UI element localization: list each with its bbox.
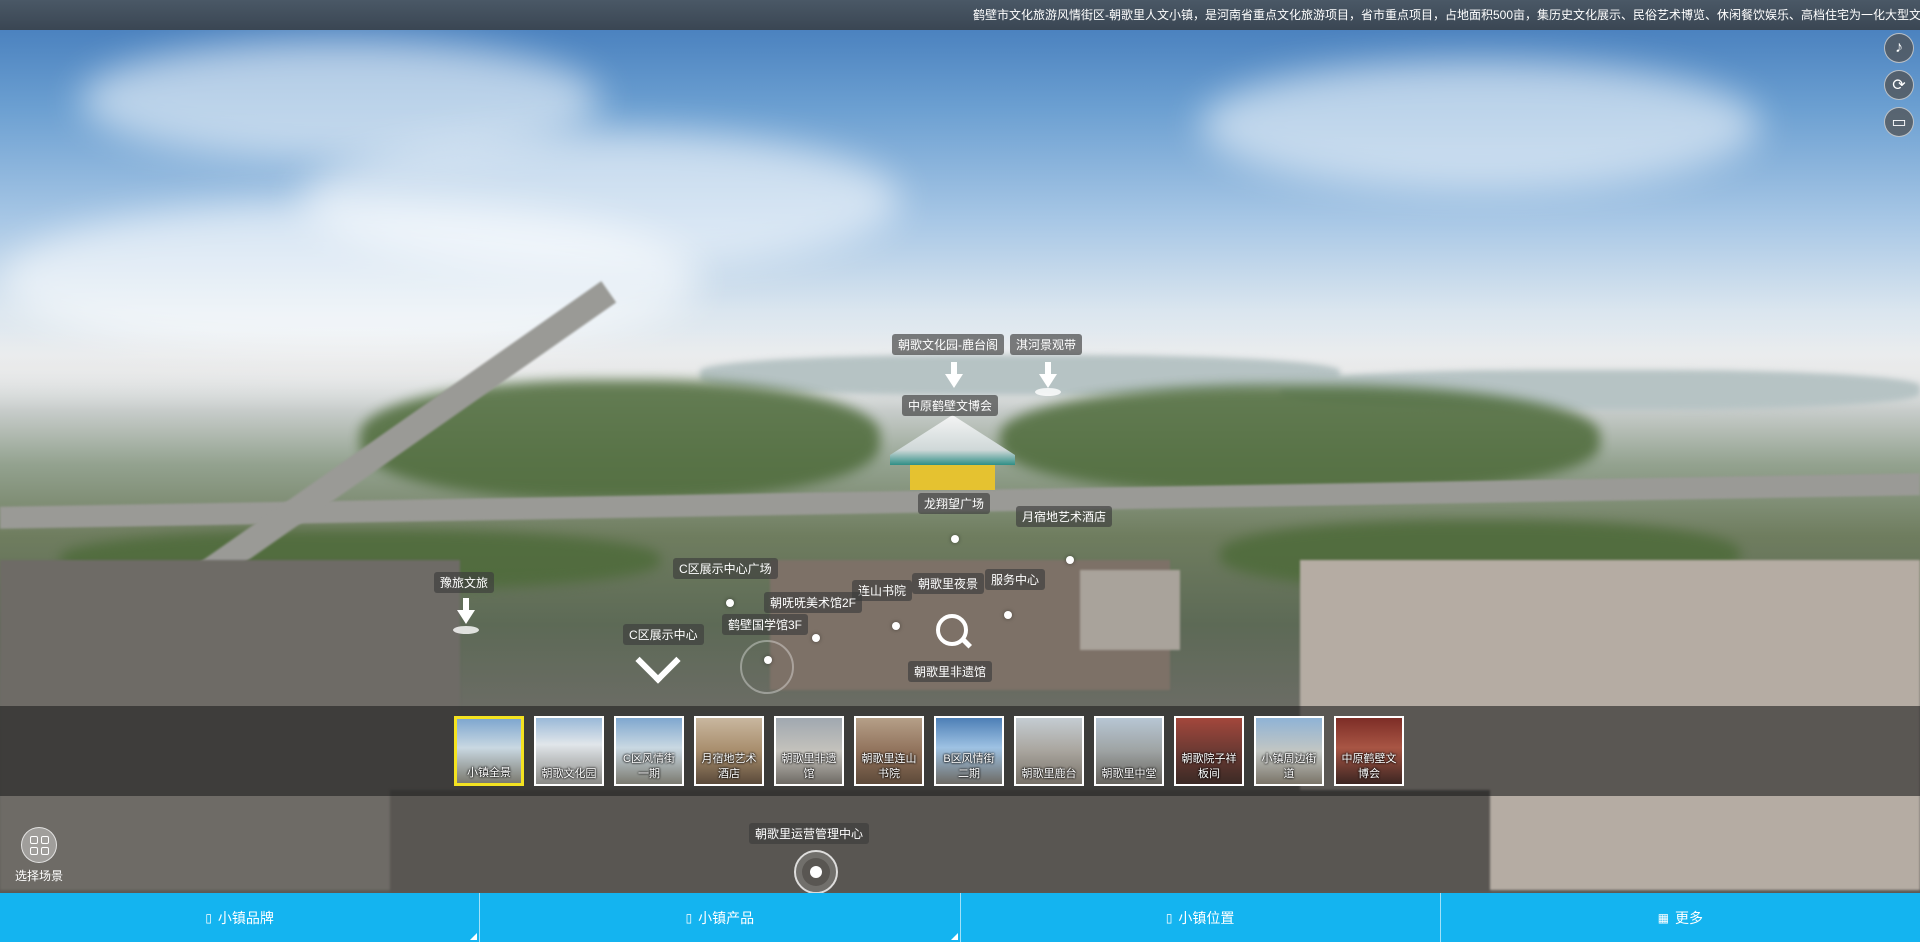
grid-icon: ▦ [1657,910,1670,925]
menu-item-town-products[interactable]: ▯ 小镇产品 [480,893,961,942]
scene-thumb-surrounding-streets[interactable]: 小镇周边街道 [1254,716,1324,786]
plaza [910,465,995,490]
rooftops [390,790,1490,893]
building [1080,570,1180,650]
scene-thumb-c-street-phase1[interactable]: C区风情街一期 [614,716,684,786]
scene-thumb-heritage-museum[interactable]: 朝歌里非遗馆 [774,716,844,786]
news-ticker: 鹤壁市文化旅游风情街区-朝歌里人文小镇，是河南省重点文化旅游项目，省市重点项目，… [0,0,1920,30]
hotspot-qihe-landscape[interactable]: 淇河景观带 [1010,334,1083,355]
menu-label: 小镇位置 [1178,909,1235,926]
scene-thumb-lianshan-academy[interactable]: 朝歌里连山书院 [854,716,924,786]
thumb-label: 朝歌里中堂 [1101,768,1157,780]
menu-item-town-brand[interactable]: ▯ 小镇品牌 [0,893,481,942]
scene-thumb-lutai[interactable]: 朝歌里鹿台 [1014,716,1084,786]
down-arrow-icon[interactable] [1039,374,1057,388]
ticker-text: 鹤壁市文化旅游风情街区-朝歌里人文小镇，是河南省重点文化旅游项目，省市重点项目，… [973,8,1920,22]
hotspot-yuesudi-hotel[interactable]: 月宿地艺术酒店 [1016,506,1113,527]
scene-select-button[interactable]: 选择场景 [12,827,66,884]
corner-indicator [950,933,958,940]
hotspot-target-icon[interactable] [794,850,838,894]
thumb-label: C区风情街一期 [623,753,675,780]
pin-base [1035,388,1061,396]
hotspot-dot[interactable] [892,622,900,630]
hotspot-dot[interactable] [726,599,734,607]
cloud [1200,60,1760,190]
menu-label: 更多 [1675,909,1704,926]
thumb-label: 小镇周边街道 [1261,753,1317,780]
hotspot-intangible-heritage[interactable]: 朝歌里非遗馆 [908,661,993,682]
thumb-label: 中原鹤壁文博会 [1341,753,1397,780]
down-arrow-icon[interactable] [457,610,475,624]
scene-thumb-central-hall[interactable]: 朝歌里中堂 [1094,716,1164,786]
grid-icon [21,827,57,863]
hotspot-c-exhibition-center[interactable]: C区展示中心 [623,624,704,645]
pin-stem [951,362,957,374]
hotspot-dot[interactable] [812,634,820,642]
hotspot-chaoge-park-lutaige[interactable]: 朝歌文化园-鹿台阁 [892,334,1004,355]
hotspot-yuxuan-tourism[interactable]: 豫旅文旅 [434,572,495,593]
thumb-label: 朝歌里连山书院 [861,753,917,780]
menu-label: 小镇产品 [698,909,755,926]
thumb-label: 朝歌里非遗馆 [781,753,837,780]
magnifier-icon[interactable] [936,614,968,646]
hotspot-dot[interactable] [1004,611,1012,619]
pin-stem [463,598,469,610]
pin-stem [1045,362,1051,374]
thumb-label: 朝歌里鹿台 [1021,768,1077,780]
hotspot-c-exhibition-square[interactable]: C区展示中心广场 [673,558,778,579]
document-icon: ▯ [1165,910,1173,925]
scene-thumb-expo[interactable]: 中原鹤壁文博会 [1334,716,1404,786]
hotspot-operations-center[interactable]: 朝歌里运营管理中心 [749,823,870,844]
down-arrow-icon[interactable] [945,374,963,388]
hotspot-zhongyuan-expo[interactable]: 中原鹤壁文博会 [902,395,999,416]
music-icon[interactable]: ♪ [1884,33,1914,63]
hotspot-chaogeli-night[interactable]: 朝歌里夜景 [912,573,985,594]
thumb-label: 朝歌院子祥板间 [1181,753,1237,780]
bottom-menu-bar: ▯ 小镇品牌 ▯ 小镇产品 ▯ 小镇位置 ▦ 更多 [0,893,1920,942]
hotspot-hebi-guoxue[interactable]: 鹤壁国学馆3F [722,614,809,635]
thumb-label: 朝歌文化园 [541,768,597,780]
scene-thumb-culture-park[interactable]: 朝歌文化园 [534,716,604,786]
corner-indicator [470,933,478,940]
hotspot-dot[interactable] [1066,556,1074,564]
side-toolbar: ♪ ⟳ ▭ [1884,33,1914,144]
scene-thumb-art-hotel[interactable]: 月宿地艺术酒店 [694,716,764,786]
document-icon: ▯ [685,910,693,925]
park-area [1000,385,1600,495]
pin-base [453,626,479,634]
menu-label: 小镇品牌 [217,909,274,926]
thumb-label: 月宿地艺术酒店 [701,753,757,780]
hotspot-art-gallery[interactable]: 朝呒呒美术馆2F [764,592,863,613]
scene-thumb-panorama[interactable]: 小镇全景 [454,716,524,786]
scene-thumbnail-strip: 小镇全景 朝歌文化园 C区风情街一期 月宿地艺术酒店 朝歌里非遗馆 朝歌里连山书… [0,706,1920,796]
autorotate-icon[interactable]: ⟳ [1884,70,1914,100]
scene-select-label: 选择场景 [14,869,63,883]
scene-thumb-b-street-phase2[interactable]: B区风情街二期 [934,716,1004,786]
scene-thumb-courtyard-room[interactable]: 朝歌院子祥板间 [1174,716,1244,786]
document-icon: ▯ [205,910,212,925]
hotspot-service-center[interactable]: 服务中心 [985,569,1046,590]
thumb-label: 小镇全景 [467,767,511,779]
hotspot-ring [740,640,794,694]
menu-item-more[interactable]: ▦ 更多 [1441,893,1920,942]
expo-hall [890,415,1015,465]
thumb-label: B区风情街二期 [943,753,995,780]
hotspot-dot[interactable] [951,535,959,543]
menu-item-town-location[interactable]: ▯ 小镇位置 [961,893,1441,942]
vr-glasses-icon[interactable]: ▭ [1884,107,1914,137]
hotspot-longtanwang-square[interactable]: 龙翔望广场 [918,493,991,514]
